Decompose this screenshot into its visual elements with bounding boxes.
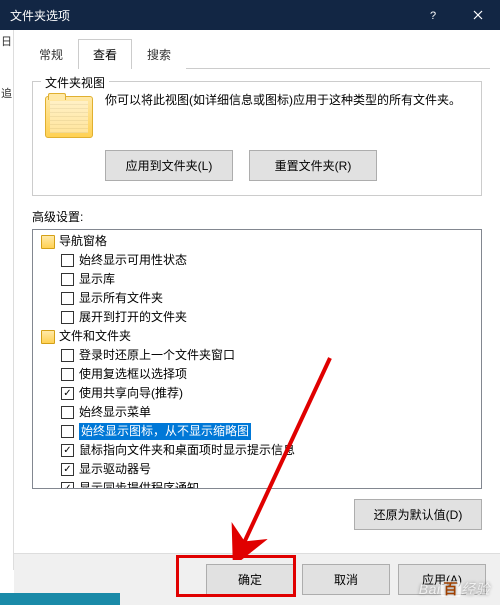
cancel-button[interactable]: 取消 xyxy=(302,564,390,595)
checkbox-icon[interactable] xyxy=(61,463,74,476)
close-button[interactable] xyxy=(455,0,500,30)
tree-checkbox-item[interactable]: 始终显示图标，从不显示缩略图 xyxy=(33,422,481,441)
tree-checkbox-item[interactable]: 登录时还原上一个文件夹窗口 xyxy=(33,346,481,365)
tree-checkbox-item[interactable]: 始终显示可用性状态 xyxy=(33,251,481,270)
watermark: Bai百经验 xyxy=(419,579,490,599)
reset-folders-button[interactable]: 重置文件夹(R) xyxy=(249,150,377,181)
checkbox-icon[interactable] xyxy=(61,387,74,400)
tab-strip: 常规 查看 搜索 xyxy=(24,38,490,69)
tree-item-label: 文件和文件夹 xyxy=(59,328,131,345)
tree-group[interactable]: 导航窗格 xyxy=(33,232,481,251)
checkbox-icon[interactable] xyxy=(61,349,74,362)
folder-mini-icon xyxy=(41,330,55,344)
tree-group[interactable]: 文件和文件夹 xyxy=(33,327,481,346)
checkbox-icon[interactable] xyxy=(61,254,74,267)
checkbox-icon[interactable] xyxy=(61,406,74,419)
taskbar-fragment xyxy=(0,593,120,605)
folder-icon xyxy=(45,96,93,138)
tree-item-label: 鼠标指向文件夹和桌面项时显示提示信息 xyxy=(79,442,295,459)
advanced-settings-label: 高级设置: xyxy=(32,208,482,225)
titlebar-controls: ? xyxy=(410,0,500,30)
checkbox-icon[interactable] xyxy=(61,273,74,286)
tree-item-label: 显示所有文件夹 xyxy=(79,290,163,307)
tree-checkbox-item[interactable]: 显示驱动器号 xyxy=(33,460,481,479)
checkbox-icon[interactable] xyxy=(61,292,74,305)
folder-mini-icon xyxy=(41,235,55,249)
tree-checkbox-item[interactable]: 使用共享向导(推荐) xyxy=(33,384,481,403)
tree-item-label: 始终显示可用性状态 xyxy=(79,252,187,269)
tree-item-label: 导航窗格 xyxy=(59,233,107,250)
background-window-strip: 日 追 xyxy=(0,30,14,570)
tree-item-label: 显示库 xyxy=(79,271,115,288)
restore-defaults-button[interactable]: 还原为默认值(D) xyxy=(354,499,482,530)
checkbox-icon[interactable] xyxy=(61,444,74,457)
apply-to-folders-button[interactable]: 应用到文件夹(L) xyxy=(105,150,233,181)
svg-text:?: ? xyxy=(430,10,436,20)
dialog-body: 常规 查看 搜索 文件夹视图 你可以将此视图(如详细信息或图标)应用于这种类型的… xyxy=(14,30,500,605)
tab-general[interactable]: 常规 xyxy=(24,39,78,69)
tree-checkbox-item[interactable]: 显示所有文件夹 xyxy=(33,289,481,308)
tab-view[interactable]: 查看 xyxy=(78,39,132,69)
tree-item-label: 登录时还原上一个文件夹窗口 xyxy=(79,347,235,364)
titlebar: 文件夹选项 ? xyxy=(0,0,500,30)
tree-item-label: 显示同步提供程序通知 xyxy=(79,480,199,489)
checkbox-icon[interactable] xyxy=(61,368,74,381)
tree-item-label: 显示驱动器号 xyxy=(79,461,151,478)
tree-checkbox-item[interactable]: 显示同步提供程序通知 xyxy=(33,479,481,489)
tree-item-label: 始终显示图标，从不显示缩略图 xyxy=(79,423,251,440)
help-button[interactable]: ? xyxy=(410,0,455,30)
tree-checkbox-item[interactable]: 展开到打开的文件夹 xyxy=(33,308,481,327)
advanced-settings-listbox[interactable]: 导航窗格始终显示可用性状态显示库显示所有文件夹展开到打开的文件夹文件和文件夹登录… xyxy=(32,229,482,489)
tree-checkbox-item[interactable]: 鼠标指向文件夹和桌面项时显示提示信息 xyxy=(33,441,481,460)
tab-search[interactable]: 搜索 xyxy=(132,39,186,69)
ok-button[interactable]: 确定 xyxy=(206,564,294,595)
folder-view-title: 文件夹视图 xyxy=(41,74,109,91)
tree-item-label: 展开到打开的文件夹 xyxy=(79,309,187,326)
tree-item-label: 使用共享向导(推荐) xyxy=(79,385,183,402)
tree-item-label: 使用复选框以选择项 xyxy=(79,366,187,383)
checkbox-icon[interactable] xyxy=(61,425,74,438)
tree-item-label: 始终显示菜单 xyxy=(79,404,151,421)
tree-checkbox-item[interactable]: 使用复选框以选择项 xyxy=(33,365,481,384)
tree-checkbox-item[interactable]: 显示库 xyxy=(33,270,481,289)
tree-checkbox-item[interactable]: 始终显示菜单 xyxy=(33,403,481,422)
checkbox-icon[interactable] xyxy=(61,482,74,489)
checkbox-icon[interactable] xyxy=(61,311,74,324)
window-title: 文件夹选项 xyxy=(10,7,410,24)
folder-view-description: 你可以将此视图(如详细信息或图标)应用于这种类型的所有文件夹。 xyxy=(105,92,469,109)
folder-view-group: 文件夹视图 你可以将此视图(如详细信息或图标)应用于这种类型的所有文件夹。 应用… xyxy=(32,81,482,196)
tab-content: 文件夹视图 你可以将此视图(如详细信息或图标)应用于这种类型的所有文件夹。 应用… xyxy=(14,69,500,542)
